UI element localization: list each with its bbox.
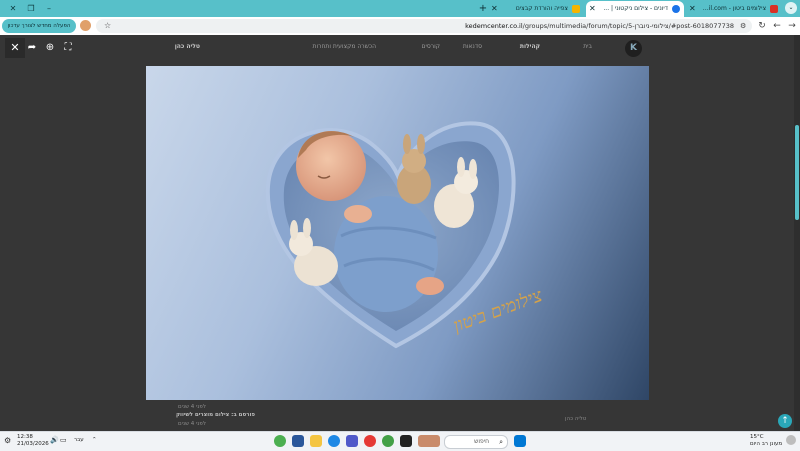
weather-widget[interactable]: 15°C מעונן רב היום (750, 434, 782, 448)
share-button[interactable]: ➦ (25, 41, 39, 55)
scroll-to-top-button[interactable]: ↑ (778, 414, 792, 428)
widget-image-icon[interactable] (418, 435, 440, 447)
search-icon: ⌕ (499, 438, 503, 446)
folder-icon (572, 5, 580, 13)
url-text[interactable]: kedemcenter.co.il/groups/multimedia/foru… (465, 19, 734, 33)
site-settings-icon[interactable]: ⚙ (740, 22, 748, 30)
site-header: K בית קהילות סדנאות קורסים הכשרה מקצועית… (150, 35, 650, 63)
scrollbar[interactable] (794, 35, 800, 431)
zoom-in-button[interactable]: ⊕ (43, 41, 57, 55)
back-button[interactable]: → (786, 20, 798, 32)
newborn-photo-illustration: צילומים ביטון (265, 121, 546, 349)
word-taskbar-icon[interactable] (292, 435, 304, 447)
close-icon[interactable]: ✕ (589, 1, 596, 17)
scrollbar-thumb[interactable] (795, 125, 799, 220)
site-logo[interactable]: K (625, 40, 642, 57)
lightbox-photo[interactable]: צילומים ביטון (146, 66, 649, 400)
tab-label: דיונים - צילום ניקטוני | ... (603, 5, 668, 12)
restore-window-button[interactable]: ❐ (22, 0, 40, 17)
notifications-icon[interactable]: ⚙ (4, 436, 14, 446)
reload-button[interactable]: ↻ (756, 20, 768, 32)
address-bar[interactable]: ☆ kedemcenter.co.il/groups/multimedia/fo… (96, 19, 752, 33)
clock-time: 12:38 (17, 434, 33, 440)
nav-training[interactable]: הכשרה מקצועית ותחרות (313, 43, 377, 50)
gmail-icon (770, 5, 778, 13)
weather-temp: 15°C (750, 434, 764, 440)
clock-date: 21/03/2026 (17, 441, 49, 447)
tab-label: צפייה והורדת קבצים (515, 5, 568, 12)
weather-icon (786, 435, 796, 445)
teams-taskbar-icon[interactable] (346, 435, 358, 447)
nav-communities[interactable]: קהילות (520, 43, 540, 50)
chrome-profile-taskbar-icon[interactable] (364, 435, 376, 447)
post-category[interactable]: פורסם ב: צילום מוצרים לשיווק (176, 412, 255, 418)
network-icon[interactable]: ▭ (60, 437, 67, 444)
tray-chevron-icon[interactable]: ⌃ (92, 437, 97, 444)
close-window-button[interactable]: ✕ (4, 0, 22, 17)
edge-taskbar-icon[interactable] (328, 435, 340, 447)
nav-user[interactable]: טליה כהן (175, 43, 200, 50)
search-placeholder: חיפוש (474, 438, 489, 445)
fullscreen-button[interactable]: ⛶ (61, 41, 75, 55)
lightbox-close-button[interactable]: ✕ (5, 38, 25, 58)
tab-gmail[interactable]: ✕ צילומים ביטון - Gmail - ...ail.com (686, 1, 782, 17)
site-favicon-icon (672, 5, 680, 13)
taskbar: ⚙ 12:38 21/03/2026 🔊 ▭ עבר ⌃ חיפוש ⌕ 15°… (0, 431, 800, 451)
url-path: /groups/multimedia/forum/topic/5-צילומי-… (522, 22, 734, 30)
tab-file-viewer[interactable]: ✕ צפייה והורדת קבצים (488, 1, 584, 17)
language-indicator[interactable]: עבר (74, 437, 84, 444)
post-time-2: לפני 4 שנים (178, 421, 206, 427)
post-time: לפני 4 שנים (178, 404, 206, 410)
forward-button[interactable]: ← (771, 20, 783, 32)
explorer-taskbar-icon[interactable] (310, 435, 322, 447)
chrome-alt-taskbar-icon[interactable] (382, 435, 394, 447)
tab-forum[interactable]: ✕ דיונים - צילום ניקטוני | ... (586, 1, 684, 17)
tab-search-button[interactable]: ⌄ (785, 2, 797, 14)
tab-label: צילומים ביטון - Gmail - ...ail.com (700, 5, 766, 12)
start-button[interactable] (514, 435, 526, 447)
store-taskbar-icon[interactable] (400, 435, 412, 447)
baby-feet (416, 277, 444, 295)
close-icon[interactable]: ✕ (491, 1, 498, 17)
chrome-taskbar-icon[interactable] (274, 435, 286, 447)
bookmark-star-icon[interactable]: ☆ (104, 19, 111, 33)
restart-update-button[interactable]: הפעלה מחדש לצורך עדכון (2, 19, 76, 33)
close-icon[interactable]: ✕ (689, 1, 696, 17)
baby-hands (344, 205, 372, 223)
nav-home[interactable]: בית (583, 43, 592, 50)
volume-icon[interactable]: 🔊 (50, 437, 59, 444)
url-domain: kedemcenter.co.il (465, 22, 523, 30)
nav-workshops[interactable]: סדנאות (463, 43, 482, 50)
nav-courses[interactable]: קורסים (422, 43, 441, 50)
clock[interactable]: 12:38 21/03/2026 (17, 434, 49, 448)
weather-desc: מעונן רב היום (750, 441, 783, 447)
post-author[interactable]: טליה כהן (565, 416, 586, 422)
browser-toolbar: הפעלה מחדש לצורך עדכון ☆ kedemcenter.co.… (0, 17, 800, 35)
minimize-window-button[interactable]: – (40, 0, 58, 17)
profile-avatar[interactable] (80, 20, 91, 31)
tab-strip: ✕ ❐ – + ✕ צפייה והורדת קבצים ✕ דיונים - … (0, 0, 800, 17)
taskbar-search[interactable]: חיפוש ⌕ (444, 435, 508, 449)
